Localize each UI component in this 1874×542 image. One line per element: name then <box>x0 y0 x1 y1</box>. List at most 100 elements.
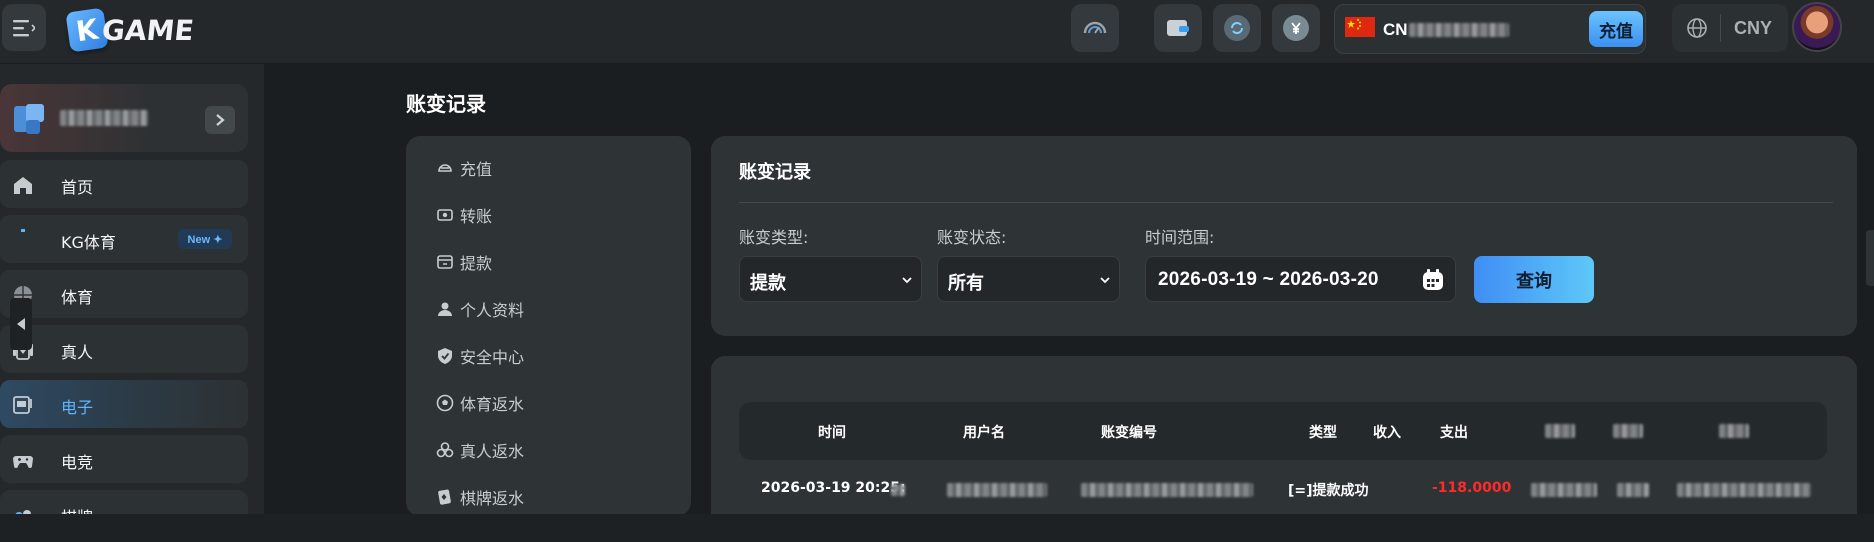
type-select[interactable]: 提款 <box>739 256 922 302</box>
column-header-redacted <box>1613 424 1643 438</box>
sidebar-item-esports[interactable]: 电竞 <box>0 435 248 483</box>
row-redacted-value <box>1531 483 1597 497</box>
deposit-button[interactable]: 充值 <box>1589 11 1643 47</box>
yuan-coin-icon <box>1283 15 1309 41</box>
range-label: 时间范围: <box>1145 228 1215 247</box>
submenu-item-live-rebate[interactable]: 真人返水 <box>436 435 524 465</box>
soccer-icon <box>436 394 454 412</box>
transfer-icon <box>437 209 453 221</box>
submenu-item-label: 个人资料 <box>460 301 525 320</box>
sidebar-item-label: 电子 <box>61 398 94 417</box>
submenu-item-profile[interactable]: 个人资料 <box>436 294 524 324</box>
records-table-card: 时间 用户名 账变编号 类型 收入 支出 2026-03-19 20:25: [… <box>711 356 1857 526</box>
wallet-icon <box>1167 20 1189 36</box>
row-expense: -118.0000 <box>1432 480 1512 496</box>
wallet-button[interactable] <box>1154 4 1202 52</box>
row-redacted-note <box>1677 483 1811 497</box>
filter-title: 账变记录 <box>739 162 811 183</box>
row-username-redacted <box>947 483 1047 497</box>
type-label: 账变类型: <box>739 228 809 247</box>
divider <box>739 202 1833 203</box>
menu-icon <box>13 19 35 36</box>
refresh-button[interactable] <box>1213 4 1261 52</box>
home-icon <box>14 177 32 194</box>
column-header-type: 类型 <box>1309 425 1337 441</box>
table-header: 时间 用户名 账变编号 类型 收入 支出 <box>739 402 1827 460</box>
caret-left-icon <box>17 318 25 330</box>
balance-currency-prefix: CN <box>1383 20 1408 39</box>
logo-text: GAME <box>100 13 196 47</box>
status-select[interactable]: 所有 <box>937 256 1120 302</box>
submenu-item-deposit[interactable]: 充值 <box>436 153 492 183</box>
sidebar-item-sports[interactable]: 体育 <box>0 270 248 318</box>
status-select-value: 所有 <box>948 273 984 294</box>
row-type: [=]提款成功 <box>1288 483 1369 499</box>
submenu-item-withdraw[interactable]: 提款 <box>436 247 492 277</box>
user-card-expand-button[interactable] <box>205 106 235 134</box>
submenu-item-label: 转账 <box>460 207 493 226</box>
top-bar: K GAME CN 充值 CNY <box>0 0 1874 64</box>
chips-icon <box>436 442 454 458</box>
row-redacted-value <box>1617 483 1649 497</box>
status-label: 账变状态: <box>937 228 1007 247</box>
kgame-logo[interactable]: K GAME <box>65 7 228 53</box>
user-card[interactable] <box>0 84 248 152</box>
avatar[interactable] <box>1792 2 1842 52</box>
language-currency-selector[interactable]: CNY <box>1672 4 1788 52</box>
column-header-username: 用户名 <box>963 425 1005 441</box>
submenu-item-label: 体育返水 <box>460 395 525 414</box>
column-header-redacted <box>1719 424 1749 438</box>
sidebar-item-slots[interactable]: 电子 <box>0 380 248 428</box>
submenu-item-label: 安全中心 <box>460 348 525 367</box>
speed-button[interactable] <box>1071 4 1119 52</box>
submenu-item-label: 真人返水 <box>460 442 525 461</box>
slot-machine-icon <box>13 396 32 414</box>
filter-panel: 账变记录 账变类型: 提款 账变状态: 所有 时间范围: 2026-03-19 … <box>711 136 1857 336</box>
sidebar-item-label: 电竞 <box>61 453 94 472</box>
calendar-icon <box>1423 269 1443 290</box>
sports-kg-icon <box>21 229 25 232</box>
submenu-item-sports-rebate[interactable]: 体育返水 <box>436 388 524 418</box>
balance-amount-redacted <box>1409 23 1509 37</box>
speedometer-icon <box>1083 21 1107 34</box>
submenu-item-chess-rebate[interactable]: 棋牌返水 <box>436 482 524 512</box>
deposit-icon <box>438 164 452 172</box>
submenu-item-security[interactable]: 安全中心 <box>436 341 524 371</box>
sidebar-item-kg-sports[interactable]: KG体育 New ✦ <box>0 215 248 263</box>
new-badge: New ✦ <box>178 229 232 249</box>
date-range-value: 2026-03-19 ~ 2026-03-20 <box>1158 269 1379 290</box>
gamepad-icon <box>13 456 33 468</box>
profile-icon <box>438 302 452 316</box>
time-seconds-redacted <box>891 484 905 496</box>
page-title: 账变记录 <box>406 92 486 116</box>
currency-code: CNY <box>1734 18 1773 38</box>
shield-icon <box>438 348 452 364</box>
vip-level-icon <box>14 104 44 134</box>
bottom-bar <box>0 514 1874 542</box>
account-submenu: 充值 转账 提款 个人资料 安全中心 体育返水 真人返水 棋牌返水 <box>406 136 691 516</box>
column-header-expense: 支出 <box>1440 425 1468 441</box>
sidebar-item-live-casino[interactable]: 真人 <box>0 325 248 373</box>
divider <box>1720 14 1721 42</box>
sidebar-collapse-button[interactable] <box>10 298 32 350</box>
row-transaction-id-redacted <box>1081 483 1253 497</box>
balance-panel: CN 充值 <box>1334 4 1646 54</box>
sidebar-item-label: 首页 <box>61 178 94 197</box>
refresh-icon <box>1224 15 1250 41</box>
username-redacted <box>60 110 148 126</box>
sidebar-item-home[interactable]: 首页 <box>0 160 248 208</box>
column-header-redacted <box>1545 424 1575 438</box>
chevron-right-icon <box>216 114 225 126</box>
submenu-item-transfer[interactable]: 转账 <box>436 200 492 230</box>
sidebar-item-label: 体育 <box>61 288 94 307</box>
menu-toggle-button[interactable] <box>2 4 46 51</box>
date-range-input[interactable]: 2026-03-19 ~ 2026-03-20 <box>1145 256 1456 302</box>
query-button[interactable]: 查询 <box>1474 256 1594 303</box>
right-drawer-handle[interactable] <box>1866 230 1874 286</box>
currency-exchange-button[interactable] <box>1272 4 1320 52</box>
card-icon <box>438 489 451 505</box>
chevron-down-icon <box>1100 277 1110 284</box>
withdraw-icon <box>437 255 453 269</box>
china-flag-icon <box>1345 17 1375 37</box>
submenu-item-label: 提款 <box>460 254 493 273</box>
